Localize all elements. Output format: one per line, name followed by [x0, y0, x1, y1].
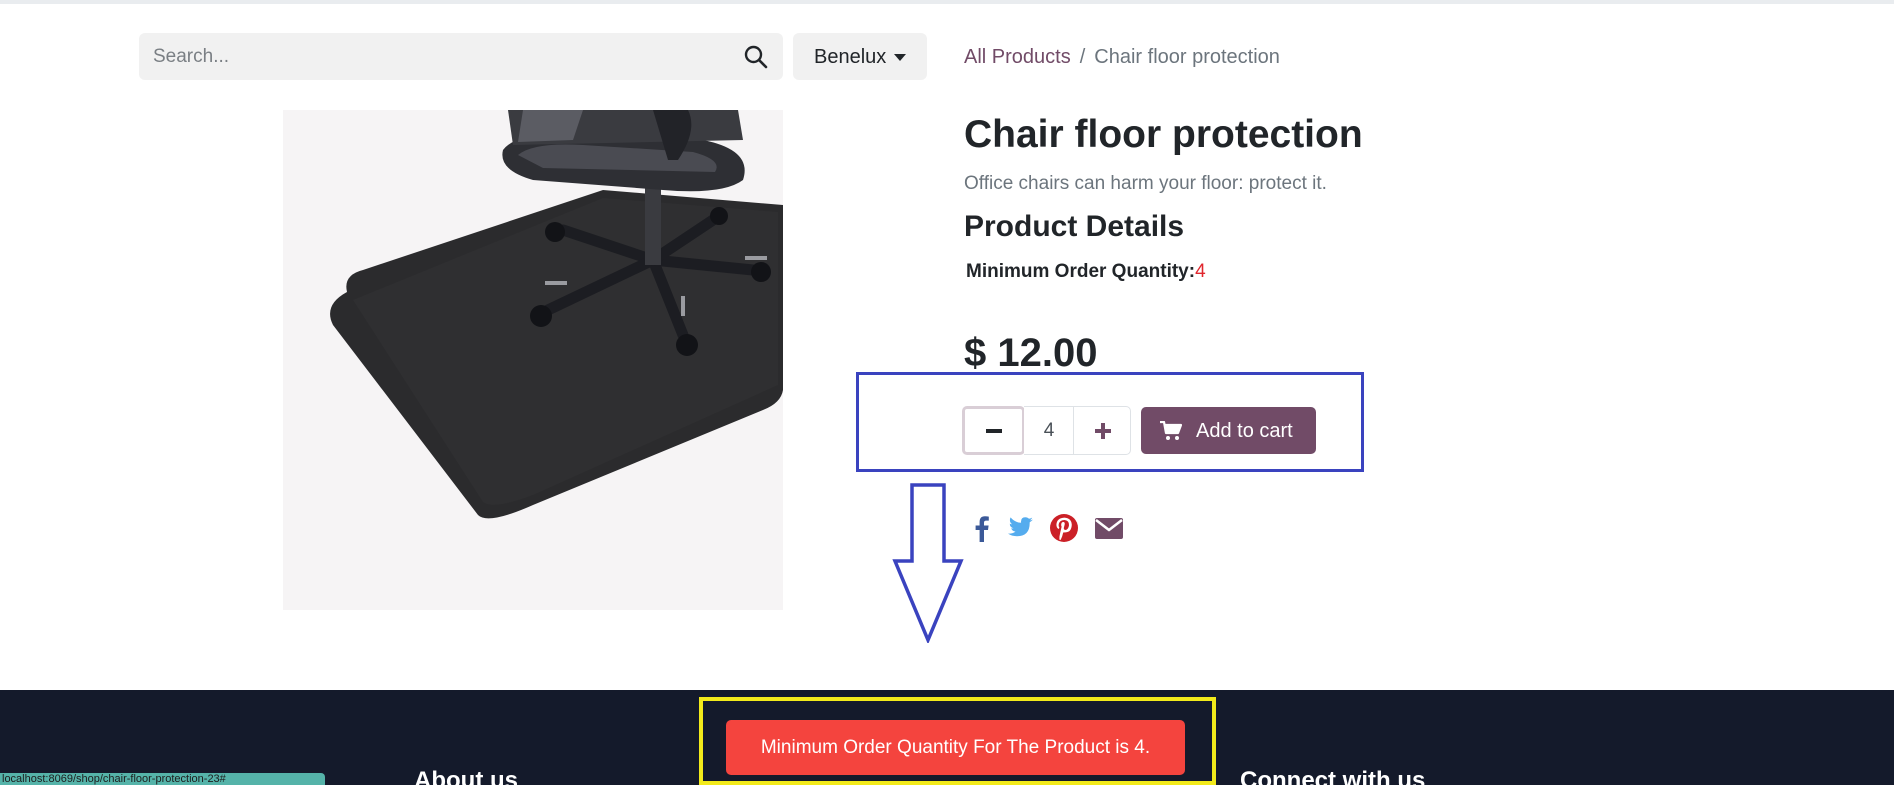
- footer-connect-heading: Connect with us: [1240, 767, 1426, 785]
- breadcrumb-current: Chair floor protection: [1094, 46, 1280, 68]
- product-title: Chair floor protection: [964, 113, 1363, 156]
- envelope-icon[interactable]: [1093, 512, 1125, 544]
- add-to-cart-button[interactable]: Add to cart: [1141, 407, 1316, 454]
- product-details-heading: Product Details: [964, 210, 1185, 243]
- moq-value: 4: [1195, 261, 1206, 282]
- footer-about-heading: About us: [414, 767, 518, 785]
- down-arrow-annotation: [892, 483, 964, 643]
- pinterest-icon[interactable]: [1048, 512, 1080, 544]
- breadcrumb-all-products-link[interactable]: All Products: [964, 46, 1071, 68]
- quantity-increase-button[interactable]: [1073, 406, 1131, 455]
- product-description: Office chairs can harm your floor: prote…: [964, 173, 1327, 194]
- chair-mat-illustration: [283, 110, 783, 610]
- top-divider: [0, 0, 1894, 4]
- breadcrumb-separator: /: [1079, 46, 1086, 68]
- search-bar: [139, 33, 783, 80]
- facebook-icon[interactable]: [966, 512, 998, 544]
- plus-icon-vertical: [1101, 423, 1105, 439]
- minus-icon: [986, 429, 1002, 433]
- search-icon[interactable]: [743, 44, 769, 70]
- add-to-cart-label: Add to cart: [1196, 420, 1293, 442]
- breadcrumb: All Products / Chair floor protection: [964, 46, 1280, 69]
- product-price: $ 12.00: [964, 331, 1098, 375]
- quantity-input[interactable]: [1024, 406, 1074, 455]
- quantity-decrease-button[interactable]: [962, 406, 1025, 455]
- pricelist-dropdown[interactable]: Benelux: [793, 33, 927, 80]
- search-input[interactable]: [153, 33, 713, 80]
- moq-label: Minimum Order Quantity:: [966, 261, 1196, 282]
- status-bar-url: localhost:8069/shop/chair-floor-protecti…: [0, 773, 325, 785]
- error-notification-toast[interactable]: Minimum Order Quantity For The Product i…: [726, 720, 1185, 775]
- shopping-cart-icon: [1160, 421, 1182, 440]
- minimum-order-quantity: Minimum Order Quantity:4: [966, 261, 1206, 283]
- product-image: [283, 110, 783, 610]
- twitter-icon[interactable]: [1003, 512, 1035, 544]
- pricelist-selected-label: Benelux: [814, 46, 887, 68]
- caret-down-icon: [894, 54, 906, 61]
- notification-message: Minimum Order Quantity For The Product i…: [760, 737, 1151, 758]
